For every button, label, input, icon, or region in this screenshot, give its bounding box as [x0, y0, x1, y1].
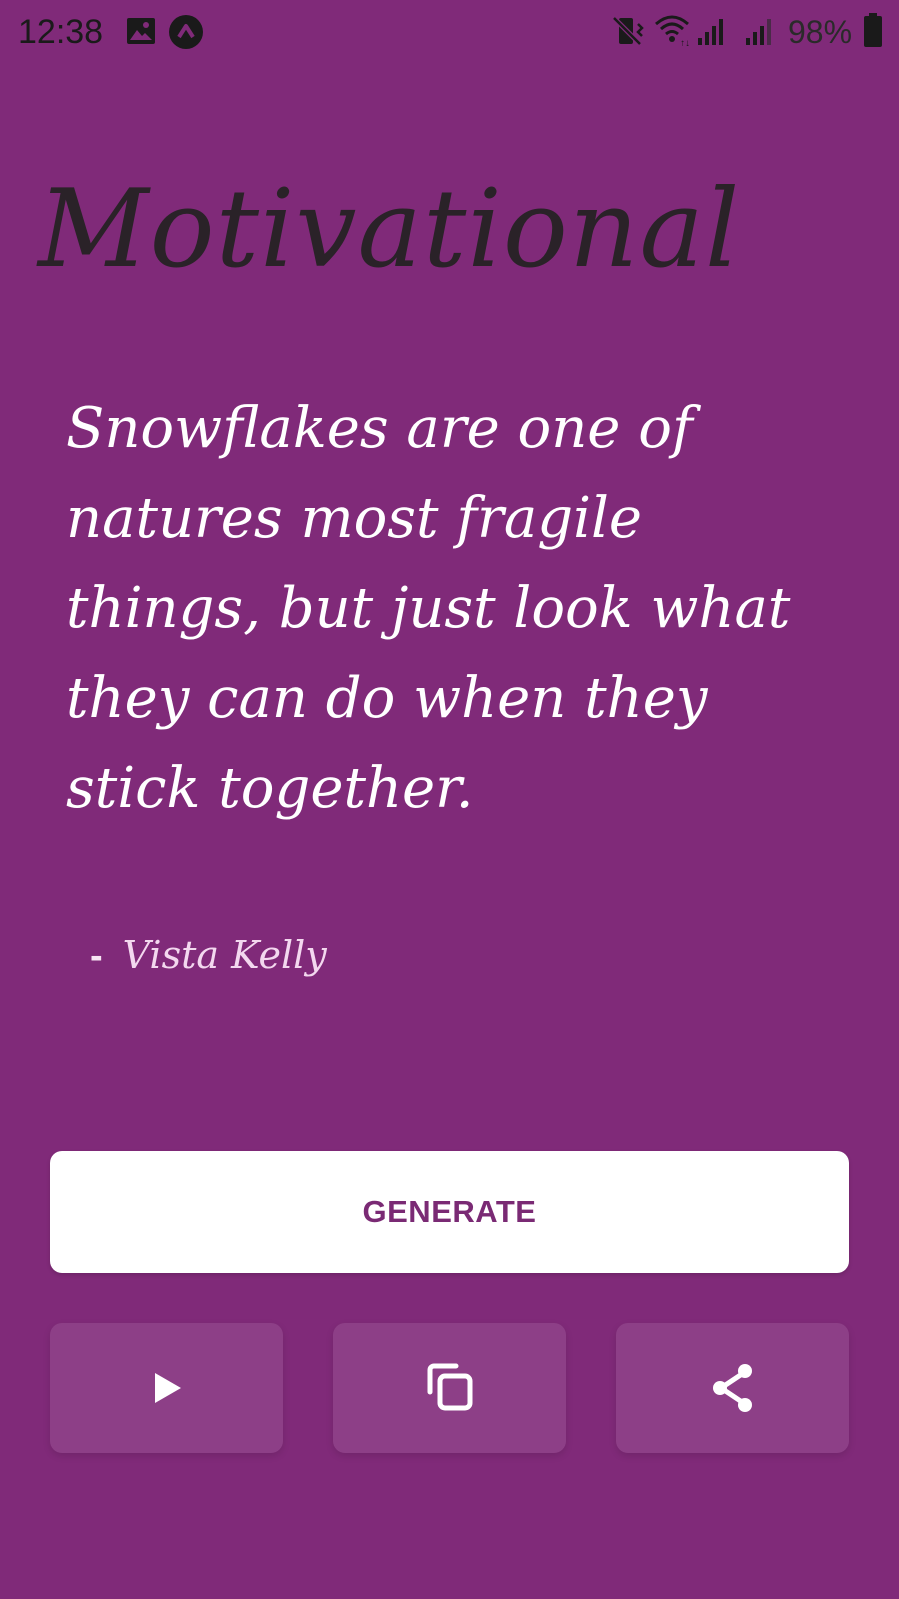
share-icon: [712, 1364, 752, 1412]
quote-text: Snowflakes are one of natures most fragi…: [66, 396, 791, 821]
signal-icon: [698, 19, 723, 45]
copy-icon: [427, 1363, 472, 1411]
battery-percent: 98%: [788, 14, 853, 50]
page-title: Motivational: [38, 167, 741, 292]
status-bar: 12:38 ↑↓ 98%: [0, 0, 899, 64]
generate-button-label: GENERATE: [362, 1194, 537, 1229]
quote-author-row: - Vista Kelly: [90, 930, 327, 981]
generate-button[interactable]: GENERATE: [50, 1151, 849, 1273]
copy-button[interactable]: [333, 1323, 566, 1453]
app-notification-icon: [169, 15, 203, 49]
share-button[interactable]: [616, 1323, 849, 1453]
battery-icon: [864, 13, 882, 47]
status-time: 12:38: [18, 13, 104, 51]
play-button[interactable]: [50, 1323, 283, 1453]
quote-author: Vista Kelly: [122, 933, 327, 977]
gallery-icon: [127, 18, 155, 44]
wifi-icon: ↑↓: [655, 15, 690, 46]
author-dash: -: [90, 935, 103, 977]
signal-icon-2: [746, 19, 771, 45]
vibrate-icon: [612, 16, 644, 46]
play-icon: [154, 1373, 181, 1403]
svg-text:↑↓: ↑↓: [680, 38, 690, 46]
